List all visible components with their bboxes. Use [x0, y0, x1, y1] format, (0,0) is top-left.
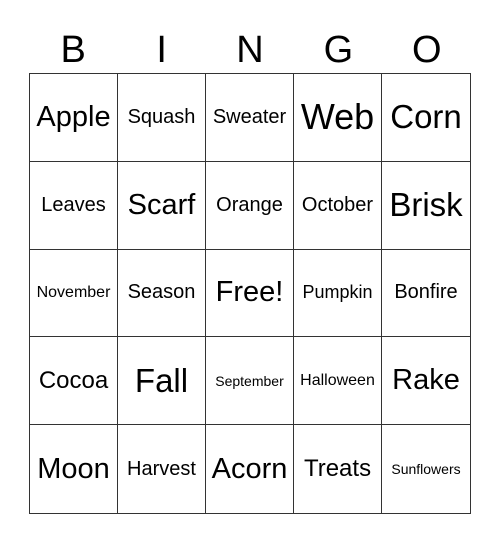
- bingo-cell[interactable]: October: [294, 161, 382, 250]
- bingo-cell[interactable]: Acorn: [206, 425, 294, 513]
- bingo-cell[interactable]: Web: [294, 74, 382, 162]
- bingo-grid: Apple Squash Sweater Web Corn Leaves Scarf Oran…: [29, 73, 471, 514]
- bingo-cell[interactable]: Sweater: [206, 74, 294, 162]
- bingo-cell[interactable]: Fall: [118, 337, 206, 426]
- bingo-cell[interactable]: November: [30, 249, 118, 338]
- free-space-cell[interactable]: Free!: [206, 249, 294, 338]
- bingo-cell[interactable]: Apple: [30, 74, 118, 162]
- bingo-cell[interactable]: Harvest: [118, 425, 206, 513]
- bingo-cell[interactable]: Corn: [382, 74, 470, 162]
- header-letter-i: I: [156, 29, 167, 71]
- bingo-cell[interactable]: Halloween: [294, 337, 382, 426]
- bingo-cell[interactable]: Rake: [382, 337, 470, 426]
- bingo-cell[interactable]: Bonfire: [382, 250, 470, 338]
- bingo-cell[interactable]: Leaves: [30, 161, 118, 250]
- bingo-cell[interactable]: Brisk: [382, 162, 470, 250]
- header-letter-g: G: [323, 29, 354, 71]
- header-letter-b: B: [60, 29, 86, 71]
- bingo-header: B I N G O: [29, 28, 471, 72]
- bingo-cell[interactable]: Moon: [30, 425, 118, 513]
- bingo-cell[interactable]: Treats: [294, 425, 382, 513]
- bingo-cell[interactable]: Season: [118, 249, 206, 338]
- header-letter-n: N: [236, 29, 264, 71]
- bingo-cell[interactable]: Pumpkin: [294, 249, 382, 338]
- header-letter-o: O: [412, 29, 442, 71]
- bingo-cell[interactable]: September: [206, 337, 294, 426]
- bingo-cell[interactable]: Orange: [206, 161, 294, 250]
- bingo-cell[interactable]: Squash: [118, 74, 206, 162]
- bingo-cell[interactable]: Cocoa: [30, 337, 118, 426]
- bingo-cell[interactable]: Sunflowers: [382, 425, 470, 513]
- bingo-cell[interactable]: Scarf: [118, 161, 206, 250]
